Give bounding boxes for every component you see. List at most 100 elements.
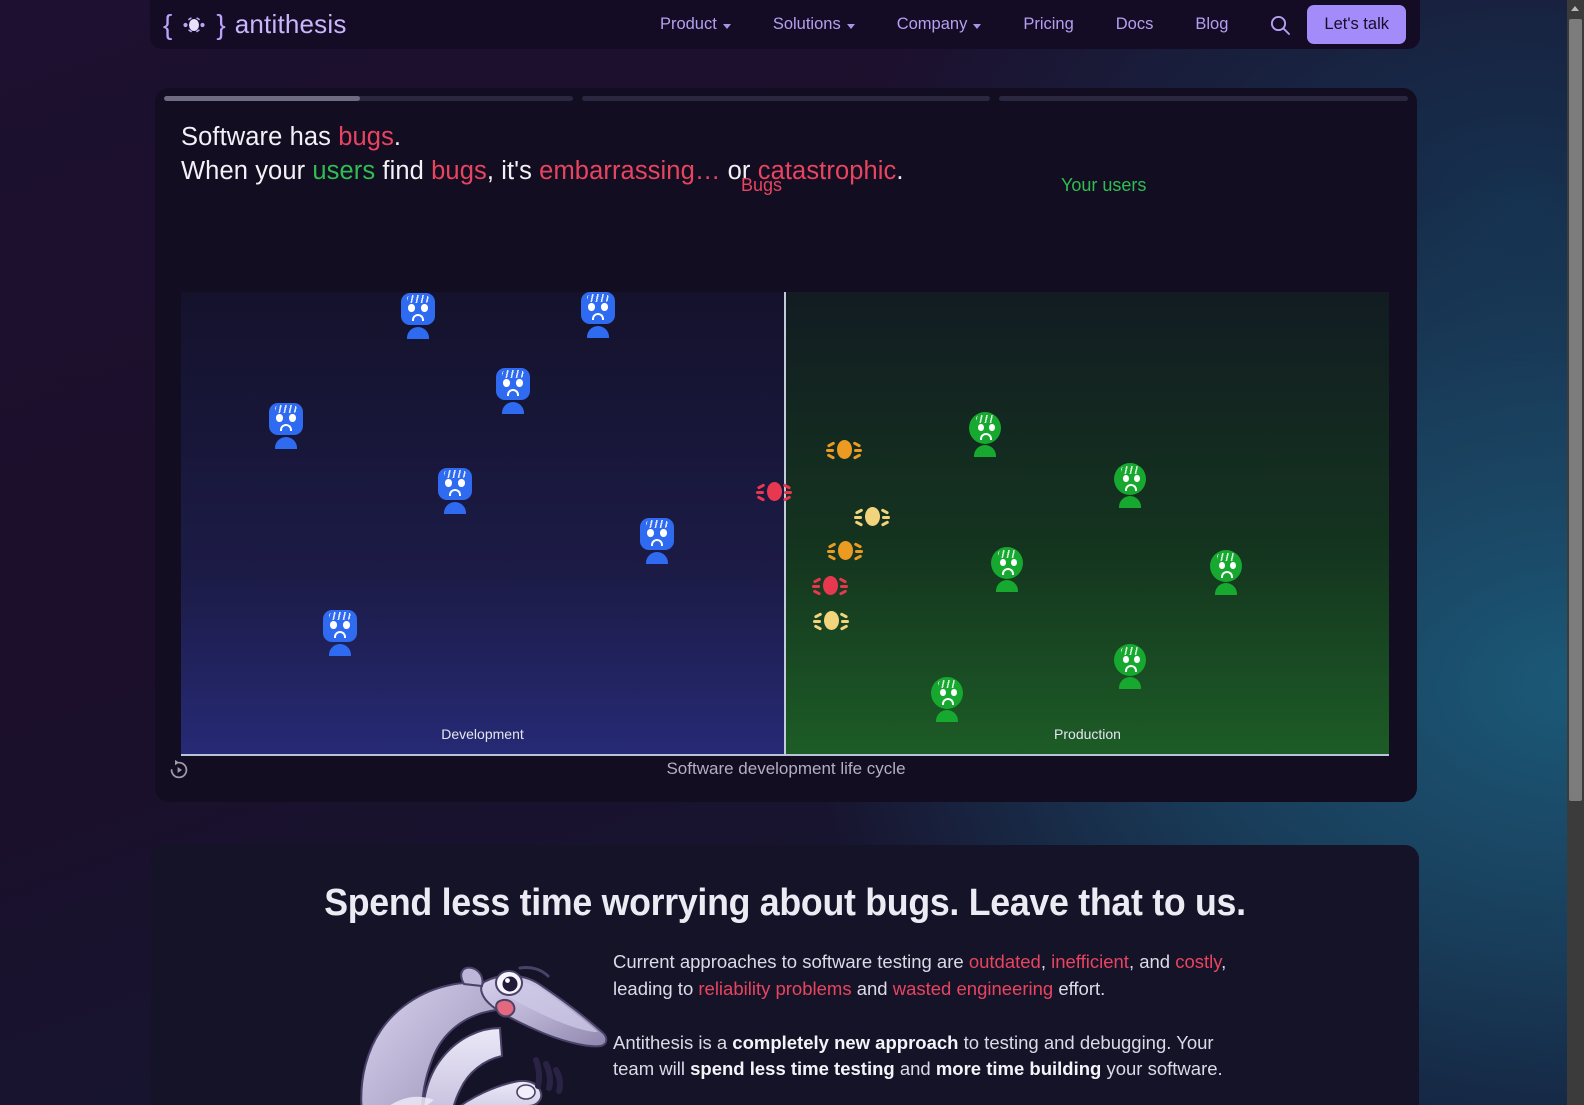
- nav-label: Solutions: [772, 15, 841, 33]
- bug-leg: [826, 449, 834, 452]
- nav-item-blog[interactable]: Blog: [1174, 7, 1249, 42]
- logo-brace-right: }: [216, 8, 226, 40]
- sprite-head: [401, 293, 435, 325]
- nav-item-company[interactable]: Company: [876, 7, 1003, 42]
- sprite-head: [1114, 644, 1146, 676]
- developer-robot-sprite: [267, 403, 305, 449]
- site-content: { } antithesis Product Solutions Company…: [150, 0, 1420, 1105]
- sprite-hair: [502, 370, 524, 378]
- sprite-hair: [329, 612, 351, 620]
- value-prop-copy: Current approaches to software testing a…: [613, 949, 1253, 1083]
- paragraph-antithesis-approach: Antithesis is a completely new approach …: [613, 1031, 1223, 1080]
- section-heading: Spend less time worrying about bugs. Lea…: [324, 882, 1246, 924]
- sprite-eye-right: [601, 303, 608, 311]
- sprite-body: [407, 327, 429, 339]
- sprite-body: [936, 710, 958, 722]
- highlight-bugs: bugs: [338, 123, 394, 151]
- bug-leg: [840, 585, 848, 588]
- hero-card: Software has bugs. When your users find …: [155, 88, 1417, 802]
- panel-production-label: Production: [1054, 726, 1121, 742]
- bug-body: [865, 507, 880, 526]
- bug-leg: [813, 620, 821, 623]
- bug-sprite: [813, 607, 849, 635]
- sprite-body: [646, 552, 668, 564]
- scrollbar-up-arrow-icon[interactable]: [1567, 0, 1584, 17]
- nav-item-solutions[interactable]: Solutions: [752, 7, 876, 42]
- sprite-frown-mouth: [280, 424, 292, 431]
- logo-brace-left: {: [163, 8, 173, 40]
- highlight-bugs: bugs: [431, 156, 487, 185]
- sprite-eye-left: [503, 379, 510, 387]
- sprite-frown-mouth: [1125, 665, 1137, 672]
- nav-label: Docs: [1115, 15, 1154, 33]
- sprite-eye-left: [1123, 475, 1129, 482]
- bug-leg: [880, 520, 890, 527]
- bug-leg: [812, 585, 820, 588]
- sprite-head: [969, 412, 1001, 444]
- bug-sprite: [826, 436, 862, 464]
- progress-bar-2[interactable]: [581, 96, 991, 101]
- sprite-eye-right: [1230, 562, 1236, 569]
- stage-caption: Software development life cycle: [666, 759, 906, 778]
- bug-leg: [855, 550, 863, 553]
- nav-label: Blog: [1195, 15, 1229, 33]
- nav-item-pricing[interactable]: Pricing: [1002, 7, 1094, 42]
- sprite-eye-right: [289, 414, 296, 422]
- bug-body: [767, 482, 782, 501]
- sprite-hair: [998, 550, 1017, 558]
- developer-robot-sprite: [494, 368, 532, 414]
- sprite-hair: [275, 405, 297, 413]
- sprite-frown-mouth: [651, 539, 663, 546]
- sprite-body: [1215, 583, 1237, 595]
- site-header: { } antithesis Product Solutions Company…: [150, 0, 1420, 49]
- progress-bar-1[interactable]: [164, 96, 573, 101]
- bug-leg: [756, 495, 766, 502]
- developer-robot-sprite: [321, 610, 359, 656]
- sprite-body: [587, 326, 609, 338]
- bug-leg: [839, 612, 849, 619]
- sprite-head: [269, 403, 303, 435]
- developer-robot-sprite: [638, 518, 676, 564]
- hero-headline-line1: Software has bugs.: [181, 123, 402, 151]
- bug-leg: [813, 612, 823, 619]
- bug-leg: [826, 441, 836, 448]
- sprite-eye-left: [940, 689, 946, 696]
- bug-body: [838, 541, 853, 560]
- scrollbar-thumb[interactable]: [1569, 19, 1582, 801]
- developer-robot-sprite: [579, 292, 617, 338]
- bug-sprite: [812, 572, 848, 600]
- sprite-body: [444, 502, 466, 514]
- search-icon[interactable]: [1263, 8, 1297, 42]
- nav-item-product[interactable]: Product: [639, 7, 752, 42]
- bug-leg: [756, 491, 764, 494]
- brand-logo[interactable]: { } antithesis: [163, 9, 347, 40]
- sprite-eye-right: [1134, 475, 1140, 482]
- bug-body: [824, 611, 839, 630]
- highlight-outdated: outdated: [968, 951, 1041, 972]
- sprite-hair: [1121, 466, 1140, 474]
- bug-leg: [854, 449, 862, 452]
- sprite-eye-left: [1000, 559, 1006, 566]
- highlight-reliability-problems: reliability problems: [698, 977, 852, 999]
- nav-item-docs[interactable]: Docs: [1095, 7, 1175, 42]
- caption-row: Software development life cycle: [155, 750, 1417, 792]
- sprite-head: [323, 610, 357, 642]
- sprite-frown-mouth: [980, 433, 992, 440]
- sprite-eye-left: [445, 479, 452, 487]
- sprite-eye-right: [458, 479, 465, 487]
- browser-scrollbar[interactable]: [1567, 0, 1584, 1105]
- bug-leg: [854, 520, 864, 527]
- value-prop-card: Spend less time worrying about bugs. Lea…: [151, 845, 1419, 1105]
- sprite-head: [438, 468, 472, 500]
- progress-bar-3[interactable]: [999, 96, 1409, 101]
- sprite-body: [974, 445, 996, 457]
- user-sprite: [1111, 463, 1149, 509]
- user-sprite: [1207, 550, 1245, 596]
- sprite-eye-right: [421, 304, 428, 312]
- sprite-eye-right: [989, 424, 995, 431]
- bug-leg: [852, 441, 862, 448]
- nav-label: Pricing: [1023, 15, 1074, 33]
- lets-talk-button[interactable]: Let's talk: [1307, 5, 1406, 44]
- bug-leg: [782, 483, 792, 490]
- bug-leg: [784, 491, 792, 494]
